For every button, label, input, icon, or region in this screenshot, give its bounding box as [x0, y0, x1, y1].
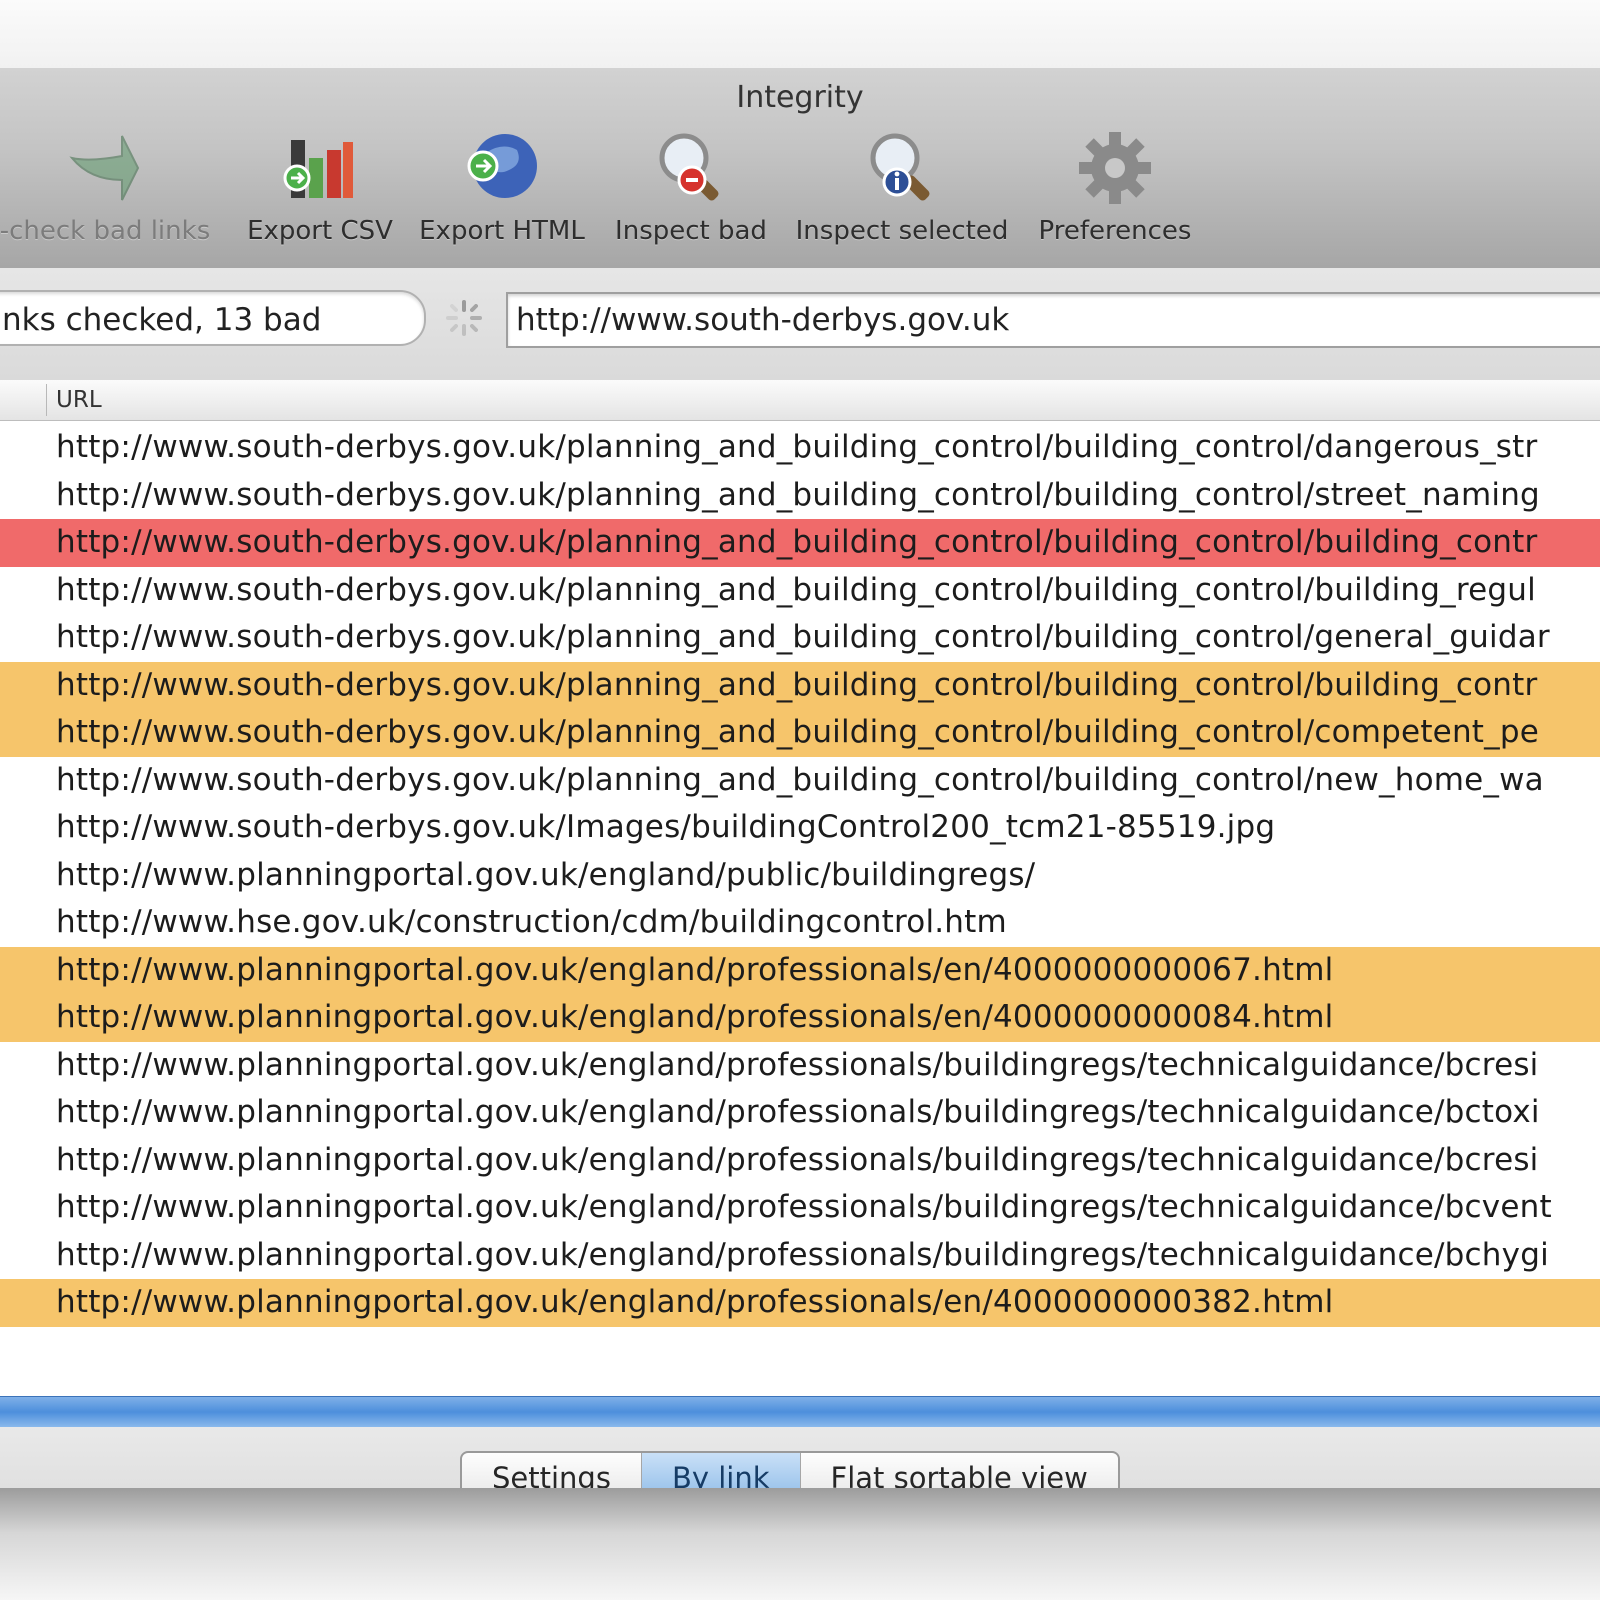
url-cell: http://www.planningportal.gov.uk/england…	[56, 951, 1334, 988]
preferences-button[interactable]: Preferences	[1020, 128, 1210, 258]
url-column-header[interactable]: URL	[56, 387, 102, 413]
export-csv-label: Export CSV	[247, 216, 393, 246]
inspect-selected-button[interactable]: Inspect selected	[784, 128, 1020, 258]
inspect-selected-magnifier-icon	[870, 133, 930, 201]
page-top-margin	[0, 0, 1600, 68]
export-csv-button[interactable]: Export CSV	[240, 128, 400, 258]
url-cell: http://www.south-derbys.gov.uk/planning_…	[56, 619, 1550, 655]
view-segmented-control: Settings By link Flat sortable view	[460, 1451, 1120, 1488]
window-shadow	[0, 1488, 1600, 1600]
table-row[interactable]: http://www.planningportal.gov.uk/england…	[0, 1089, 1600, 1137]
selected-row-highlight[interactable]	[0, 1396, 1600, 1428]
table-row[interactable]: http://www.planningportal.gov.uk/england…	[0, 946, 1600, 994]
table-row[interactable]: http://www.south-derbys.gov.uk/planning_…	[0, 472, 1600, 520]
url-cell: http://www.planningportal.gov.uk/england…	[56, 1094, 1540, 1130]
url-cell: http://www.planningportal.gov.uk/england…	[56, 856, 1036, 893]
table-row[interactable]: http://www.planningportal.gov.uk/england…	[0, 1232, 1600, 1280]
table-row[interactable]: http://www.south-derbys.gov.uk/planning_…	[0, 757, 1600, 805]
export-html-globe-icon	[467, 134, 537, 198]
tab-flat-sortable-view[interactable]: Flat sortable view	[801, 1453, 1118, 1488]
table-row[interactable]: http://www.planningportal.gov.uk/england…	[0, 852, 1600, 900]
inspect-bad-label: Inspect bad	[615, 216, 767, 246]
recheck-bad-links-label: -check bad links	[0, 216, 211, 246]
table-row[interactable]: http://www.south-derbys.gov.uk/planning_…	[0, 567, 1600, 615]
url-cell: http://www.south-derbys.gov.uk/planning_…	[56, 429, 1538, 465]
table-row[interactable]: http://www.planningportal.gov.uk/england…	[0, 1279, 1600, 1327]
export-csv-chart-icon	[283, 140, 353, 198]
url-cell: http://www.south-derbys.gov.uk/Images/bu…	[56, 809, 1276, 845]
column-separator	[46, 384, 47, 416]
url-cell: http://www.planningportal.gov.uk/england…	[56, 1236, 1549, 1273]
progress-spinner-icon	[446, 300, 482, 336]
url-cell: http://www.south-derbys.gov.uk/planning_…	[56, 476, 1540, 513]
url-cell: http://www.planningportal.gov.uk/england…	[56, 1189, 1552, 1225]
table-row[interactable]: http://www.south-derbys.gov.uk/planning_…	[0, 661, 1600, 709]
url-cell: http://www.south-derbys.gov.uk/planning_…	[56, 666, 1538, 703]
url-cell: http://www.planningportal.gov.uk/england…	[56, 1284, 1334, 1320]
url-cell: http://www.south-derbys.gov.uk/planning_…	[56, 524, 1538, 560]
inspect-bad-magnifier-icon	[659, 133, 719, 201]
table-row[interactable]: http://www.south-derbys.gov.uk/planning_…	[0, 519, 1600, 567]
integrity-window: Integrity -check bad links Export CSV Ex…	[0, 68, 1600, 1488]
table-row[interactable]: http://www.planningportal.gov.uk/england…	[0, 1042, 1600, 1090]
export-html-button[interactable]: Export HTML	[412, 128, 592, 258]
status-field: nks checked, 13 bad	[0, 290, 426, 346]
url-cell: http://www.hse.gov.uk/construction/cdm/b…	[56, 904, 1007, 940]
url-cell: http://www.south-derbys.gov.uk/planning_…	[56, 571, 1536, 608]
url-cell: http://www.planningportal.gov.uk/england…	[56, 999, 1334, 1035]
inspect-selected-label: Inspect selected	[795, 216, 1009, 246]
url-cell: http://www.planningportal.gov.uk/england…	[56, 1046, 1539, 1083]
status-text: nks checked, 13 bad	[2, 302, 322, 338]
url-field[interactable]	[506, 292, 1600, 348]
title-toolbar: Integrity -check bad links Export CSV Ex…	[0, 68, 1600, 269]
preferences-label: Preferences	[1038, 216, 1192, 246]
table-header: URL	[0, 380, 1600, 421]
table-row[interactable]: http://www.planningportal.gov.uk/england…	[0, 994, 1600, 1042]
inspect-bad-button[interactable]: Inspect bad	[606, 128, 776, 258]
table-row[interactable]: http://www.planningportal.gov.uk/england…	[0, 1137, 1600, 1185]
table-row[interactable]: http://www.south-derbys.gov.uk/planning_…	[0, 424, 1600, 472]
table-rows: http://www.south-derbys.gov.uk/planning_…	[0, 424, 1600, 1327]
url-cell: http://www.south-derbys.gov.uk/planning_…	[56, 714, 1540, 750]
table-row[interactable]: http://www.south-derbys.gov.uk/Images/bu…	[0, 804, 1600, 852]
table-row[interactable]: http://www.south-derbys.gov.uk/planning_…	[0, 709, 1600, 757]
table-row[interactable]: http://www.hse.gov.uk/construction/cdm/b…	[0, 899, 1600, 947]
results-table: URL http://www.south-derbys.gov.uk/plann…	[0, 380, 1600, 1403]
bottom-bar: Settings By link Flat sortable view	[0, 1427, 1600, 1488]
export-html-label: Export HTML	[419, 216, 585, 246]
tab-by-link[interactable]: By link	[641, 1453, 801, 1488]
url-cell: http://www.south-derbys.gov.uk/planning_…	[56, 761, 1544, 798]
recheck-bad-links-button[interactable]: -check bad links	[0, 128, 230, 258]
window-title: Integrity	[736, 80, 864, 115]
tab-settings[interactable]: Settings	[462, 1453, 642, 1488]
url-input[interactable]	[516, 300, 1596, 340]
gear-icon	[1079, 132, 1151, 204]
recheck-arrow-icon	[69, 135, 140, 201]
url-cell: http://www.planningportal.gov.uk/england…	[56, 1141, 1539, 1178]
table-row[interactable]: http://www.south-derbys.gov.uk/planning_…	[0, 614, 1600, 662]
address-strip: nks checked, 13 bad	[0, 268, 1600, 381]
table-row[interactable]: http://www.planningportal.gov.uk/england…	[0, 1184, 1600, 1232]
